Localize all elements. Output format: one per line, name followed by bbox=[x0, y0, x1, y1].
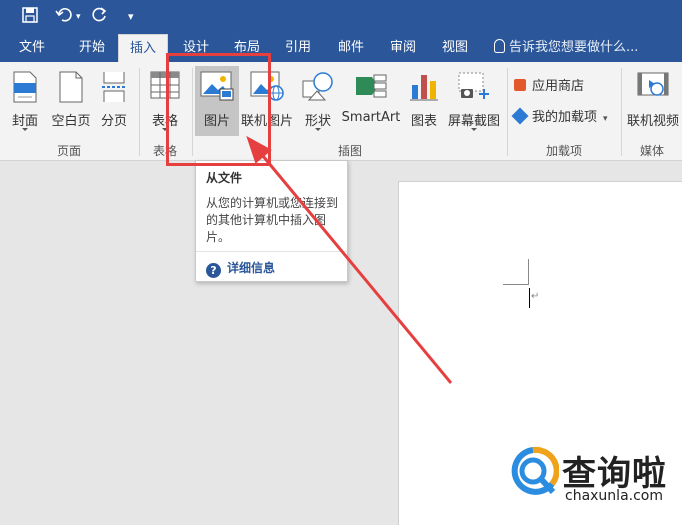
watermark-url: chaxunla.com bbox=[565, 488, 663, 504]
search-logo-icon bbox=[511, 446, 559, 495]
watermark-logo: 查询啦 chaxunla.com bbox=[507, 442, 682, 522]
